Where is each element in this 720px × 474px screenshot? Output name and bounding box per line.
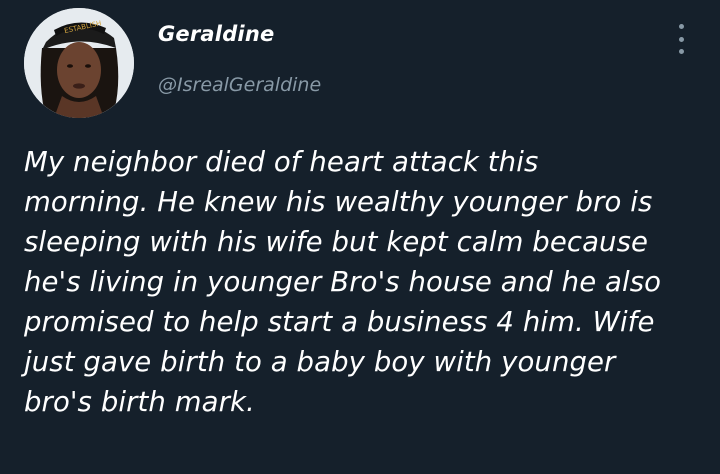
more-options-button[interactable]	[670, 24, 692, 54]
author-handle[interactable]: @IsrealGeraldine	[158, 74, 321, 96]
vertical-ellipsis-icon	[678, 24, 684, 29]
tweet-text-line: sleeping with his wife but kept calm bec…	[24, 226, 649, 258]
vertical-ellipsis-icon	[678, 49, 684, 54]
tweet-text-line: just gave birth to a baby boy with young…	[24, 346, 616, 378]
avatar[interactable]: ESTABLISH	[24, 8, 134, 118]
author-display-name[interactable]: Geraldine	[158, 22, 274, 46]
tweet-text-line: My neighbor died of heart attack this	[24, 146, 539, 178]
tweet-text-line: he's living in younger Bro's house and h…	[24, 266, 662, 298]
tweet-card: ESTABLISH Geraldine @IsrealGeraldine My …	[0, 0, 720, 474]
tweet-text: My neighbor died of heart attack this mo…	[24, 142, 704, 422]
avatar-photo: ESTABLISH	[24, 8, 134, 118]
vertical-ellipsis-icon	[678, 36, 684, 42]
tweet-text-line: morning. He knew his wealthy younger bro…	[24, 186, 653, 218]
tweet-text-line: bro's birth mark.	[24, 386, 255, 418]
tweet-text-line: promised to help start a business 4 him.…	[24, 306, 655, 338]
